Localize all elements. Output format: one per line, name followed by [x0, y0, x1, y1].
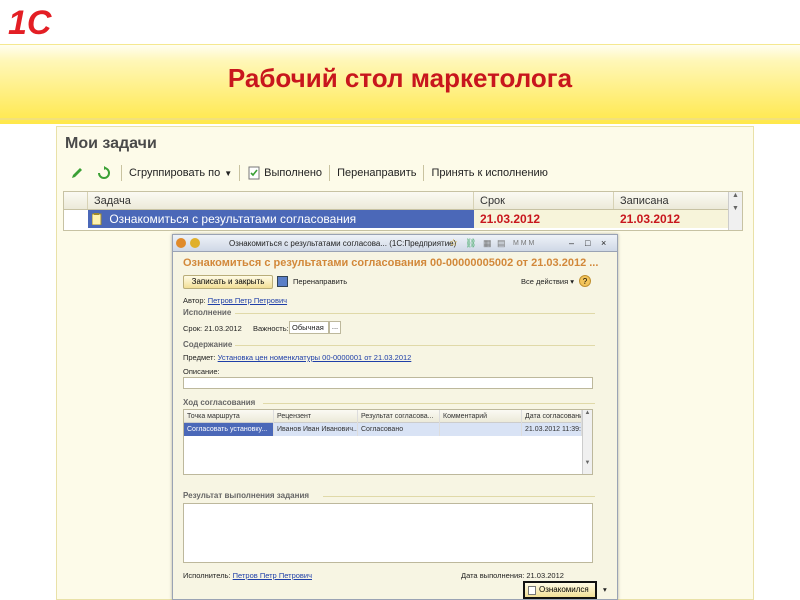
author-row: Автор: Петров Петр Петрович — [183, 296, 287, 305]
link-icon[interactable]: ⛓ — [465, 235, 476, 252]
task-name: Ознакомиться с результатами согласования — [109, 212, 357, 226]
done-button[interactable]: Выполнено — [242, 163, 327, 183]
refresh-button[interactable] — [92, 163, 119, 183]
reviewer-cell: Иванов Иван Иванович... — [274, 423, 358, 436]
column-header-due[interactable]: Срок — [474, 192, 614, 209]
tasks-table: Задача Срок Записана Ознакомиться с резу… — [63, 191, 743, 231]
close-icon[interactable]: × — [601, 235, 606, 252]
acknowledge-label: Ознакомился — [539, 585, 589, 594]
dialog-window-title: Ознакомиться с результатами согласова...… — [229, 239, 457, 248]
task-due: 21.03.2012 — [474, 210, 614, 228]
importance-select-button[interactable]: ... — [329, 321, 341, 334]
column-header-task[interactable]: Задача — [88, 192, 474, 209]
forward-icon[interactable] — [190, 238, 200, 248]
chevron-down-icon: ▼ — [224, 168, 233, 178]
column-header-route-point[interactable]: Точка маршрута — [184, 410, 274, 423]
redirect-link[interactable]: Перенаправить — [293, 277, 347, 286]
slide-title: Рабочий стол маркетолога — [227, 63, 573, 93]
description-field[interactable] — [183, 377, 593, 389]
task-recorded: 21.03.2012 — [614, 210, 728, 228]
importance-field[interactable]: Обычная — [289, 321, 329, 334]
accept-label: Принять к исполнению — [431, 167, 548, 179]
progress-table-header: Точка маршрута Рецензент Результат согла… — [184, 410, 592, 423]
exec-date: Дата выполнения: 21.03.2012 — [461, 571, 564, 580]
refresh-icon — [98, 166, 110, 179]
task-done-icon — [248, 166, 260, 180]
author-link[interactable]: Петров Петр Петрович — [208, 296, 287, 305]
section-content: Содержание — [183, 340, 233, 349]
column-header-reviewer[interactable]: Рецензент — [274, 410, 358, 423]
help-icon[interactable]: ? — [579, 275, 591, 287]
all-actions-menu[interactable]: Все действия ▾ — [521, 277, 574, 286]
due-label: Срок: 21.03.2012 — [183, 324, 242, 333]
executor-link[interactable]: Петров Петр Петрович — [233, 571, 312, 580]
section-progress: Ход согласования — [183, 398, 256, 407]
column-header-comment[interactable]: Комментарий — [440, 410, 522, 423]
result-textarea[interactable] — [183, 503, 593, 563]
dialog-header: Ознакомиться с результатами согласования… — [183, 257, 599, 269]
result-cell: Согласовано — [358, 423, 440, 436]
calendar-icon[interactable]: ▤ — [497, 235, 506, 252]
maximize-icon[interactable]: □ — [585, 235, 590, 252]
subject-link[interactable]: Установка цен номенклатуры 00-0000001 от… — [218, 353, 412, 362]
minimize-icon[interactable]: – — [569, 235, 574, 252]
task-dialog: Ознакомиться с результатами согласова...… — [172, 234, 618, 600]
edit-button[interactable] — [65, 163, 92, 183]
star-icon[interactable]: ☆ — [449, 235, 458, 252]
progress-table: Точка маршрута Рецензент Результат согла… — [183, 409, 593, 475]
dialog-titlebar: Ознакомиться с результатами согласова...… — [173, 235, 617, 252]
subject-row: Предмет: Установка цен номенклатуры 00-0… — [183, 353, 412, 362]
scrollbar[interactable]: ▲ ▼ — [582, 410, 592, 474]
chevron-down-icon[interactable]: ▾ — [603, 585, 607, 594]
calc-icon[interactable]: ▦ — [483, 235, 492, 252]
redirect-button[interactable]: Перенаправить — [332, 163, 421, 183]
group-by-button[interactable]: Сгруппировать по ▼ — [124, 163, 237, 183]
page-title: Мои задачи — [65, 135, 157, 152]
author-label: Автор: — [183, 296, 206, 305]
column-header-recorded[interactable]: Записана — [614, 192, 728, 209]
done-label: Выполнено — [264, 167, 323, 179]
importance-label: Важность: — [253, 324, 289, 333]
table-header: Задача Срок Записана — [64, 192, 742, 210]
toolbar: Сгруппировать по ▼ Выполнено Перенаправи… — [65, 163, 553, 183]
acknowledge-button[interactable]: Ознакомился — [523, 581, 597, 599]
description-label: Описание: — [183, 367, 220, 376]
back-icon[interactable] — [176, 238, 186, 248]
save-icon[interactable] — [277, 276, 288, 287]
date-cell: 21.03.2012 11:39: — [522, 423, 582, 436]
divider — [0, 118, 800, 120]
redirect-label: Перенаправить — [337, 167, 417, 179]
route-point-cell: Согласовать установку... — [184, 423, 274, 436]
task-icon — [91, 213, 102, 226]
memory-icons[interactable]: M M M — [513, 235, 534, 252]
section-result: Результат выполнения задания — [183, 491, 310, 500]
pencil-icon — [72, 168, 82, 178]
logo-text: 1С — [8, 4, 52, 40]
column-header-date[interactable]: Дата согласовани — [522, 410, 582, 423]
comment-cell — [440, 423, 522, 436]
group-by-label: Сгруппировать по — [129, 167, 221, 179]
section-exec: Исполнение — [183, 308, 232, 317]
executor-row: Исполнитель: Петров Петр Петрович — [183, 571, 312, 580]
accept-button[interactable]: Принять к исполнению — [426, 163, 552, 183]
1c-logo: 1С — [8, 4, 76, 42]
table-row[interactable]: Согласовать установку... Иванов Иван Ива… — [184, 423, 592, 436]
table-row[interactable]: Ознакомиться с результатами согласования… — [64, 210, 742, 228]
scrollbar[interactable]: ▲ ▼ — [728, 192, 742, 230]
check-doc-icon — [528, 586, 536, 595]
save-close-button[interactable]: Записать и закрыть — [183, 275, 273, 289]
column-header-result[interactable]: Результат согласова... — [358, 410, 440, 423]
